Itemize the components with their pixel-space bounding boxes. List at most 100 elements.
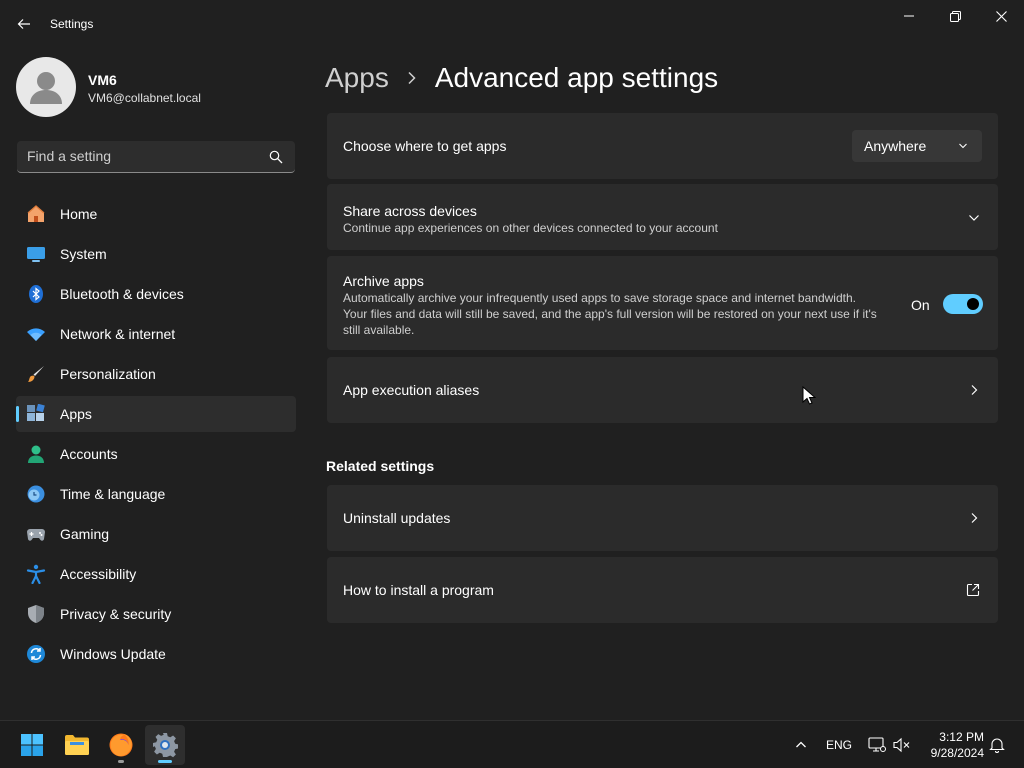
setting-description: Continue app experiences on other device… (343, 221, 718, 235)
shield-icon (26, 604, 46, 624)
sidebar-item-label: Home (60, 206, 98, 222)
setting-title: Choose where to get apps (343, 138, 507, 154)
sidebar-item-label: Accessibility (60, 566, 137, 582)
breadcrumb: Apps Advanced app settings (325, 58, 718, 98)
sidebar-item-time-language[interactable]: Time & language (16, 476, 296, 512)
sidebar-item-label: Bluetooth & devices (60, 286, 184, 302)
setting-card-archive-apps: Archive apps Automatically archive your … (327, 256, 998, 350)
taskbar: ENG 3:12 PM 9/28/2024 (0, 720, 1024, 768)
taskbar-firefox[interactable] (101, 725, 141, 765)
page-title: Advanced app settings (434, 62, 719, 93)
setting-title: Uninstall updates (343, 510, 451, 526)
accounts-icon (26, 444, 46, 464)
profile-name: VM6 (88, 72, 117, 88)
sidebar-item-system[interactable]: System (16, 236, 296, 272)
sidebar-item-label: System (60, 246, 107, 262)
sidebar-item-privacy-security[interactable]: Privacy & security (16, 596, 296, 632)
search-box[interactable] (17, 141, 295, 173)
toggle-state-label: On (911, 297, 930, 313)
sidebar-item-network[interactable]: Network & internet (16, 316, 296, 352)
sidebar-item-accounts[interactable]: Accounts (16, 436, 296, 472)
sidebar-item-label: Gaming (60, 526, 110, 542)
windows-update-icon (26, 644, 46, 664)
apps-icon (26, 404, 46, 424)
bluetooth-icon (26, 284, 46, 304)
system-icon (26, 244, 46, 264)
search-icon[interactable] (269, 150, 283, 164)
bell-icon (989, 738, 1005, 753)
home-icon (26, 204, 46, 224)
sidebar-item-label: Accounts (60, 446, 118, 462)
setting-card-uninstall-updates[interactable]: Uninstall updates (327, 485, 998, 551)
chevron-right-icon (971, 385, 978, 395)
section-header: Related settings (326, 458, 435, 474)
setting-description-line: Automatically archive your infrequently … (343, 291, 856, 305)
chevron-right-icon (407, 71, 417, 85)
setting-card-choose-apps: Choose where to get apps Anywhere (327, 113, 998, 179)
sidebar-item-bluetooth[interactable]: Bluetooth & devices (16, 276, 296, 312)
profile-email: VM6@collabnet.local (88, 91, 201, 105)
sidebar-item-apps[interactable]: Apps (16, 396, 296, 432)
taskbar-file-explorer[interactable] (57, 725, 97, 765)
setting-card-share-devices[interactable]: Share across devices Continue app experi… (327, 184, 998, 250)
setting-title: Archive apps (343, 273, 424, 289)
setting-card-install-program[interactable]: How to install a program (327, 557, 998, 623)
external-link-icon (966, 583, 980, 597)
start-button[interactable] (12, 725, 52, 765)
volume-muted-icon (893, 737, 910, 753)
back-button[interactable] (10, 10, 38, 38)
restore-icon (949, 10, 961, 22)
chevron-right-icon (971, 513, 978, 523)
close-icon (995, 10, 1007, 22)
firefox-icon (109, 733, 133, 757)
sidebar-item-label: Personalization (60, 366, 156, 382)
active-indicator (158, 760, 172, 763)
sidebar-item-home[interactable]: Home (16, 196, 296, 232)
language-indicator[interactable]: ENG (820, 721, 858, 768)
sidebar-item-windows-update[interactable]: Windows Update (16, 636, 296, 672)
sidebar-item-label: Network & internet (60, 326, 176, 342)
taskbar-clock[interactable]: 3:12 PM 9/28/2024 (918, 729, 984, 761)
setting-title: Share across devices (343, 203, 477, 219)
sidebar-item-label: Windows Update (60, 646, 166, 662)
setting-description-line: still available. (343, 323, 415, 337)
brush-icon (26, 364, 46, 384)
breadcrumb-parent[interactable]: Apps (325, 62, 389, 94)
app-title: Settings (50, 17, 94, 31)
search-input[interactable] (17, 141, 267, 171)
dropdown-value: Anywhere (864, 138, 927, 154)
sidebar-item-personalization[interactable]: Personalization (16, 356, 296, 392)
accessibility-icon (26, 564, 46, 584)
volume-button[interactable] (890, 721, 914, 768)
sidebar-item-gaming[interactable]: Gaming (16, 516, 296, 552)
avatar[interactable] (16, 57, 76, 117)
setting-title: App execution aliases (343, 382, 480, 398)
setting-card-execution-aliases[interactable]: App execution aliases (327, 357, 998, 423)
notifications-button[interactable] (986, 721, 1008, 768)
minimize-button[interactable] (886, 4, 932, 28)
close-button[interactable] (978, 4, 1024, 28)
tray-overflow-button[interactable] (788, 721, 814, 768)
app-source-dropdown[interactable]: Anywhere (852, 130, 982, 162)
sidebar-item-label: Apps (60, 406, 92, 422)
chevron-down-icon[interactable] (968, 212, 980, 224)
chevron-up-icon (796, 741, 806, 748)
network-wired-icon (868, 737, 886, 752)
clock-time: 3:12 PM (939, 730, 984, 744)
sidebar-item-accessibility[interactable]: Accessibility (16, 556, 296, 592)
arrow-left-icon (17, 19, 30, 29)
network-status-button[interactable] (864, 721, 890, 768)
user-icon (30, 72, 62, 104)
setting-description-line: Your files and data will still be saved,… (343, 307, 877, 321)
settings-gear-icon (153, 733, 178, 758)
restore-button[interactable] (932, 4, 978, 28)
gaming-icon (26, 524, 46, 544)
sidebar-item-label: Time & language (60, 486, 166, 502)
wifi-icon (26, 324, 46, 344)
file-explorer-icon (65, 735, 89, 755)
chevron-down-icon (959, 143, 967, 149)
sidebar-item-label: Privacy & security (60, 606, 172, 622)
title-bar: Settings (0, 0, 1024, 48)
archive-apps-toggle[interactable] (943, 294, 983, 314)
taskbar-settings[interactable] (145, 725, 185, 765)
